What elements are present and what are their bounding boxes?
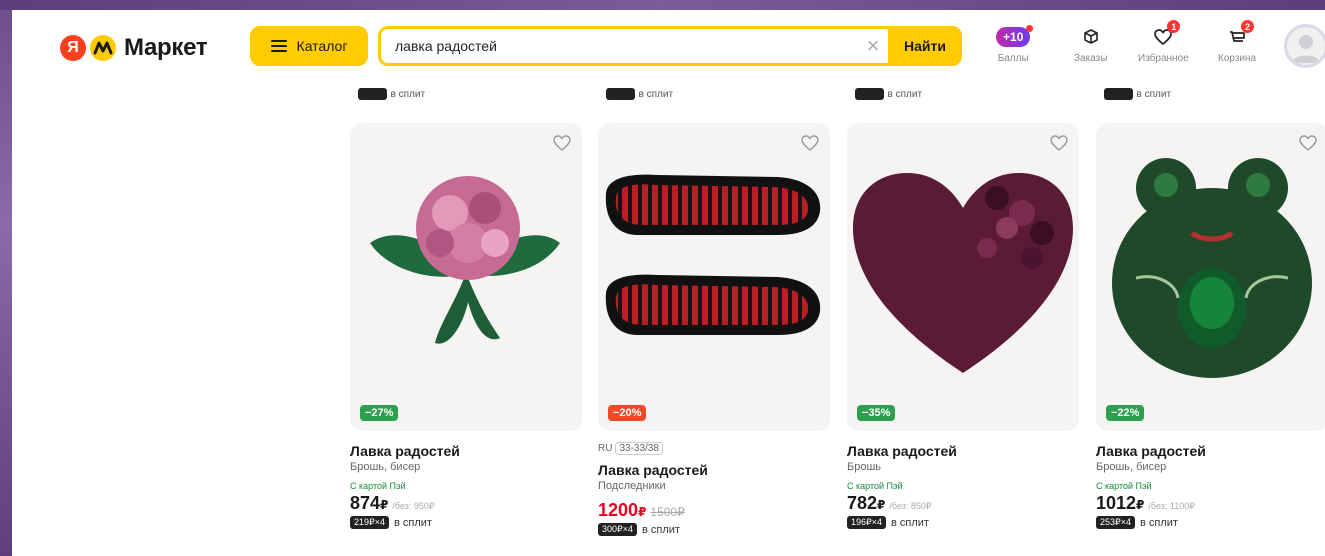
brooch-flower-image [370,176,560,344]
discount-badge: −22% [1106,405,1145,421]
prev-split-4: в сплит [1104,88,1171,100]
discount-badge: −35% [857,405,896,421]
logo[interactable]: Я Маркет [60,34,208,62]
discount-badge: −27% [360,405,399,421]
product-subtitle: Брошь, бисер [1096,461,1167,473]
split-text: в сплит [891,516,929,529]
split-payment[interactable]: 253₽×4 в сплит [1096,516,1325,529]
heart-brooch-image [853,173,1073,373]
nav-points[interactable]: +10 Баллы [996,24,1034,64]
product-subtitle: Брошь [847,461,882,473]
market-page: Я Маркет Каталог × Найти +10 Баллы Зак [12,10,1325,556]
prev-split-1: в сплит [358,88,425,100]
price-without-card: /без: 950₽ [392,501,435,511]
nav-cart-label: Корзина [1218,53,1257,64]
split-chip: 219₽×4 [350,516,390,529]
price: 874₽ [350,493,389,513]
avatar[interactable] [1284,24,1325,68]
nav-orders-label: Заказы [1074,53,1108,64]
product-title[interactable]: Лавка радостей [847,443,1079,459]
clear-icon[interactable]: × [858,31,888,61]
price-without-card: /без: 1100₽ [1148,501,1195,511]
nav-favorites[interactable]: 1 Избранное [1138,20,1189,64]
product-title[interactable]: Лавка радостей [598,462,830,478]
price-without-card: /без: 850₽ [889,501,932,511]
favorites-count: 1 [1167,20,1181,33]
frog-brooch-image [1112,158,1312,378]
split-text: в сплит [1140,516,1178,529]
price-row: 1200₽ 1500₽ [598,500,830,521]
split-chip: 300₽×4 [598,523,638,536]
card-price-label: С картой Пэй [1096,481,1152,491]
previous-row-remnants: в сплит в сплит в сплит в сплит [12,88,1325,102]
catalog-button[interactable]: Каталог [250,26,368,66]
product-card[interactable]: −27% Лавка радостей Брошь, бисер С карто… [350,123,582,529]
yandex-logo-icon: Я [60,35,86,61]
price: 1200₽ [598,500,647,520]
product-card[interactable]: −20% RU 33-33/38 Лавка радостей Подследни… [598,123,830,536]
favorite-heart-icon[interactable] [552,133,572,153]
product-image[interactable]: −27% [350,123,582,431]
box-icon [1082,24,1100,50]
prev-split-3: в сплит [855,88,922,100]
favorite-heart-icon[interactable] [1049,133,1069,153]
product-card[interactable]: −35% Лавка радостей Брошь С картой Пэй 7… [847,123,1079,529]
product-image[interactable]: −20% [598,123,830,431]
search-input[interactable] [381,29,858,63]
product-image[interactable]: −22% [1096,123,1325,431]
product-subtitle: Подследники [598,480,666,492]
search-button[interactable]: Найти [888,26,962,66]
slippers-image [605,174,821,335]
favorite-heart-icon[interactable] [1298,133,1318,153]
favorite-heart-icon[interactable] [800,133,820,153]
price-row: 874₽ /без: 950₽ [350,493,582,514]
split-chip: 196₽×4 [847,516,887,529]
price: 1012₽ [1096,493,1145,513]
product-image[interactable]: −35% [847,123,1079,431]
split-payment[interactable]: 196₽×4 в сплит [847,516,1079,529]
price-row: 782₽ /без: 850₽ [847,493,1079,514]
split-chip: 253₽×4 [1096,516,1136,529]
market-logo-icon [90,35,116,61]
price: 782₽ [847,493,886,513]
nav-cart[interactable]: 2 Корзина [1218,20,1257,64]
price-row: 1012₽ /без: 1100₽ [1096,493,1325,514]
search-bar: × Найти [378,26,962,66]
card-price-label: С картой Пэй [847,481,903,491]
cart-icon: 2 [1227,20,1255,50]
nav-orders[interactable]: Заказы [1074,24,1107,64]
plus-points-icon: +10 [996,25,1034,47]
top-decoration [0,0,1325,10]
catalog-label: Каталог [296,38,348,54]
discount-badge: −20% [608,405,647,421]
menu-icon [270,40,287,52]
cart-count: 2 [1241,20,1255,33]
product-card[interactable]: −22% Лавка радостей Брошь, бисер С карто… [1096,123,1325,529]
split-text: в сплит [394,516,432,529]
old-price: 1500₽ [650,505,685,519]
logo-text: Маркет [124,34,208,61]
heart-outline-icon: 1 [1153,20,1181,50]
split-text: в сплит [642,523,680,536]
card-price-label: С картой Пэй [350,481,406,491]
prev-split-2: в сплит [606,88,673,100]
product-title[interactable]: Лавка радостей [350,443,582,459]
nav-points-label: Баллы [997,53,1029,64]
header: Я Маркет Каталог × Найти +10 Баллы Зак [12,10,1325,86]
product-title[interactable]: Лавка радостей [1096,443,1325,459]
split-payment[interactable]: 300₽×4 в сплит [598,523,830,536]
product-subtitle: Брошь, бисер [350,461,421,473]
split-payment[interactable]: 219₽×4 в сплит [350,516,582,529]
nav-favorites-label: Избранное [1138,53,1189,64]
size-label: RU 33-33/38 [598,442,830,455]
